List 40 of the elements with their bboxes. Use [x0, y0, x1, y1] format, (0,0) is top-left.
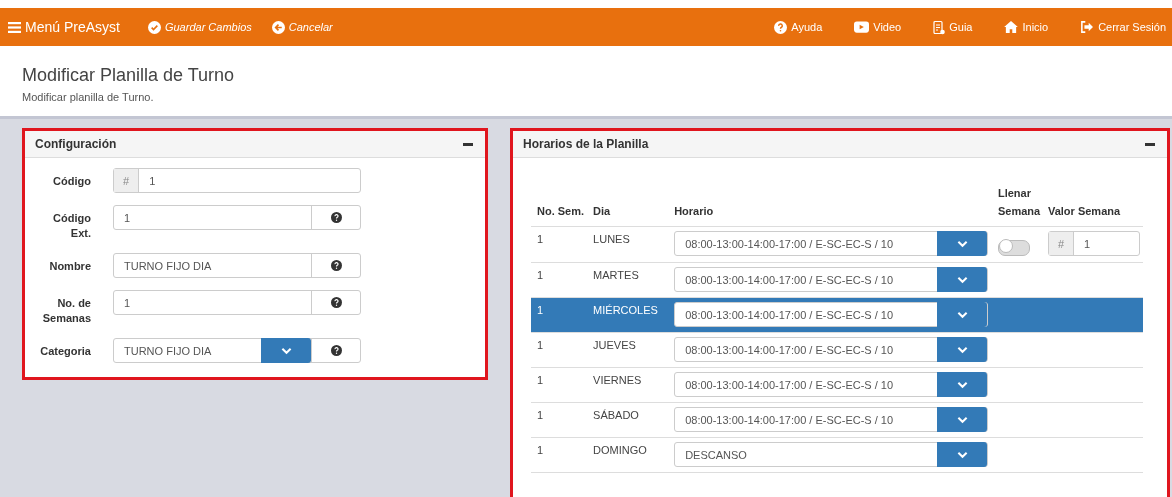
day-name: LUNES: [593, 232, 630, 245]
week-number: 1: [537, 303, 544, 316]
day-name: VIERNES: [593, 373, 642, 386]
day-name: DOMINGO: [593, 443, 647, 456]
schedule-row[interactable]: 1 SÁBADO 08:00-13:00-14:00-17:00 / E-SC-EC-S / 10: [531, 402, 1143, 438]
field-label: Código: [52, 174, 91, 189]
week-number: 1: [537, 373, 544, 386]
input-field[interactable]: 1: [113, 290, 361, 315]
column-header: Llenar Semana: [997, 186, 1042, 219]
schedule-row[interactable]: 1 DOMINGO DESCANSO: [531, 437, 1143, 473]
column-header: Valor Semana: [1047, 204, 1121, 219]
schedule-row[interactable]: 1 JUEVES 08:00-13:00-14:00-17:00 / E-SC-EC-S / 10: [531, 332, 1143, 368]
week-number: 1: [537, 338, 544, 351]
field-label: Nombre: [48, 259, 91, 274]
input-field[interactable]: 1: [113, 205, 361, 230]
page-title: Modificar Planilla de Turno: [22, 65, 236, 86]
week-value-field[interactable]: # 1: [1047, 231, 1140, 256]
schedule-row[interactable]: 1 LUNES 08:00-13:00-14:00-17:00 / E-SC-EC-S / 10 # 1: [531, 226, 1143, 263]
panel-title: Configuración: [35, 137, 117, 151]
select-field[interactable]: TURNO FIJO DIA: [113, 338, 361, 363]
page-subtitle: Modificar planilla de Turno.: [22, 91, 155, 103]
day-name: MIÉRCOLES: [593, 303, 658, 316]
column-header: Horario: [674, 204, 714, 219]
week-number: 1: [537, 268, 544, 281]
code-field[interactable]: # 1: [113, 168, 361, 193]
input-field[interactable]: TURNO FIJO DIA: [113, 253, 361, 278]
field-label: No. de Semanas: [41, 296, 91, 326]
field-label: Código Ext.: [52, 211, 91, 241]
week-number: 1: [537, 408, 544, 421]
column-header: Dia: [593, 204, 611, 219]
panel-title: Horarios de la Planilla: [523, 137, 649, 151]
day-name: SÁBADO: [593, 408, 639, 421]
column-header: No. Sem.: [537, 204, 585, 219]
day-name: JUEVES: [593, 338, 636, 351]
schedule-row[interactable]: 1 VIERNES 08:00-13:00-14:00-17:00 / E-SC-EC-S / 10: [531, 367, 1143, 403]
week-number: 1: [537, 443, 544, 456]
day-name: MARTES: [593, 268, 639, 281]
schedule-row[interactable]: 1 MARTES 08:00-13:00-14:00-17:00 / E-SC-EC-S / 10: [531, 262, 1143, 298]
week-number: 1: [537, 232, 544, 245]
field-label: Categoria: [39, 344, 91, 359]
